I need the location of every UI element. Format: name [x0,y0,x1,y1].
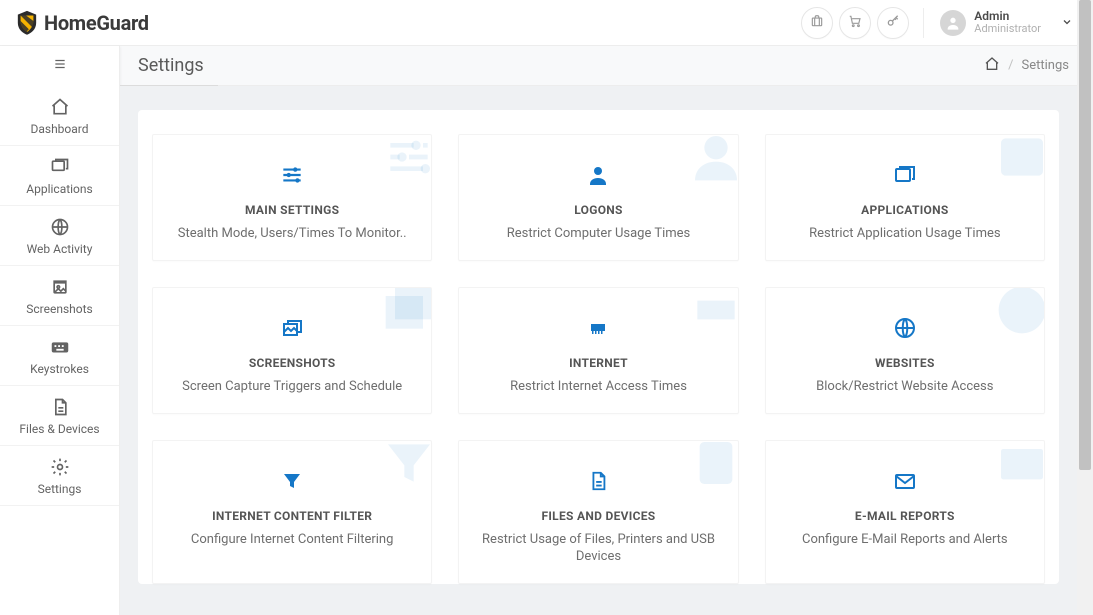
sidebar-item-label: Applications [26,182,92,196]
card-internet[interactable]: INTERNET Restrict Internet Access Times [458,287,738,414]
globe-icon [994,287,1045,338]
key-button[interactable] [877,7,909,39]
sidebar-item-label: Screenshots [26,302,92,316]
settings-grid: MAIN SETTINGS Stealth Mode, Users/Times … [152,134,1045,584]
brand[interactable]: HomeGuard [16,10,149,36]
sidebar-item-label: Web Activity [27,242,93,256]
content: MAIN SETTINGS Stealth Mode, Users/Times … [120,86,1077,615]
card-title: FILES AND DEVICES [471,509,725,523]
sidebar-item-files-devices[interactable]: Files & Devices [0,386,119,446]
key-icon [886,13,900,32]
subbar: Settings / Settings [0,46,1093,86]
card-desc: Restrict Internet Access Times [471,378,725,395]
card-title: INTERNET CONTENT FILTER [165,509,419,523]
keyboard-icon [49,336,71,358]
breadcrumb-current: Settings [1022,58,1069,73]
cart-icon [848,13,862,32]
card-desc: Restrict Application Usage Times [778,225,1032,242]
shield-icon [16,10,38,36]
card-websites[interactable]: WEBSITES Block/Restrict Website Access [765,287,1045,414]
avatar [940,10,966,36]
funnel-icon [381,440,432,491]
settings-panel: MAIN SETTINGS Stealth Mode, Users/Times … [138,110,1059,584]
ethernet-icon [584,314,612,342]
clipboard-icon [688,440,739,491]
card-email-reports[interactable]: E-MAIL REPORTS Configure E-Mail Reports … [765,440,1045,584]
divider [923,8,924,38]
user-role: Administrator [974,23,1041,35]
windows-icon [994,134,1045,185]
page-title: Settings [138,55,204,76]
envelope-icon [891,467,919,495]
windows-icon [891,161,919,189]
cart-button[interactable] [839,7,871,39]
file-icon [49,396,71,418]
sidebar-item-label: Dashboard [30,122,88,136]
envelope-icon [994,440,1045,491]
home-icon[interactable] [984,56,1000,76]
globe-icon [891,314,919,342]
card-title: LOGONS [471,203,725,217]
card-desc: Configure Internet Content Filtering [165,531,419,548]
chevron-down-icon [1061,13,1073,32]
breadcrumb: / Settings [984,56,1069,76]
image-stack-icon [381,287,432,338]
sidebar: Dashboard Applications Web Activity Scre… [0,86,120,615]
user-meta: Admin Administrator [974,10,1041,35]
card-logons[interactable]: LOGONS Restrict Computer Usage Times [458,134,738,261]
card-screenshots[interactable]: SCREENSHOTS Screen Capture Triggers and … [152,287,432,414]
user-menu[interactable]: Admin Administrator [938,8,1081,38]
sidebar-item-dashboard[interactable]: Dashboard [0,86,119,146]
sidebar-item-web-activity[interactable]: Web Activity [0,206,119,266]
windows-icon [49,156,71,178]
topbar: HomeGuard Admin Administrator [0,0,1093,46]
card-title: WEBSITES [778,356,1032,370]
sidebar-item-label: Keystrokes [30,362,89,376]
sliders-icon [381,134,432,185]
sidebar-item-label: Files & Devices [19,422,99,436]
sliders-icon [278,161,306,189]
card-title: SCREENSHOTS [165,356,419,370]
image-stack-icon [278,314,306,342]
gear-icon [49,456,71,478]
card-desc: Block/Restrict Website Access [778,378,1032,395]
card-applications[interactable]: APPLICATIONS Restrict Application Usage … [765,134,1045,261]
card-files-devices[interactable]: FILES AND DEVICES Restrict Usage of File… [458,440,738,584]
main: Dashboard Applications Web Activity Scre… [0,86,1077,615]
card-desc: Restrict Computer Usage Times [471,225,725,242]
sidebar-item-screenshots[interactable]: Screenshots [0,266,119,326]
hamburger-icon [53,57,67,75]
user-icon [584,161,612,189]
sidebar-item-settings[interactable]: Settings [0,446,119,506]
card-desc: Screen Capture Triggers and Schedule [165,378,419,395]
card-title: APPLICATIONS [778,203,1032,217]
card-desc: Restrict Usage of Files, Printers and US… [471,531,725,565]
image-icon [49,276,71,298]
file-icon [584,467,612,495]
card-content-filter[interactable]: INTERNET CONTENT FILTER Configure Intern… [152,440,432,584]
suitcase-icon [810,13,824,32]
card-main-settings[interactable]: MAIN SETTINGS Stealth Mode, Users/Times … [152,134,432,261]
topbar-right: Admin Administrator [801,7,1081,39]
scrollbar-thumb[interactable] [1079,0,1091,470]
card-desc: Configure E-Mail Reports and Alerts [778,531,1032,548]
user-icon [688,134,739,185]
card-title: INTERNET [471,356,725,370]
breadcrumb-separator: / [1008,58,1013,73]
sidebar-item-keystrokes[interactable]: Keystrokes [0,326,119,386]
card-title: MAIN SETTINGS [165,203,419,217]
funnel-icon [278,467,306,495]
card-desc: Stealth Mode, Users/Times To Monitor.. [165,225,419,242]
ethernet-icon [688,287,739,338]
sidebar-item-applications[interactable]: Applications [0,146,119,206]
sidebar-item-label: Settings [38,482,82,496]
globe-icon [49,216,71,238]
suitcase-button[interactable] [801,7,833,39]
hamburger-cell[interactable] [0,46,120,86]
card-title: E-MAIL REPORTS [778,509,1032,523]
home-icon [49,96,71,118]
scrollbar-track[interactable] [1077,0,1093,615]
brand-name: HomeGuard [44,11,149,35]
